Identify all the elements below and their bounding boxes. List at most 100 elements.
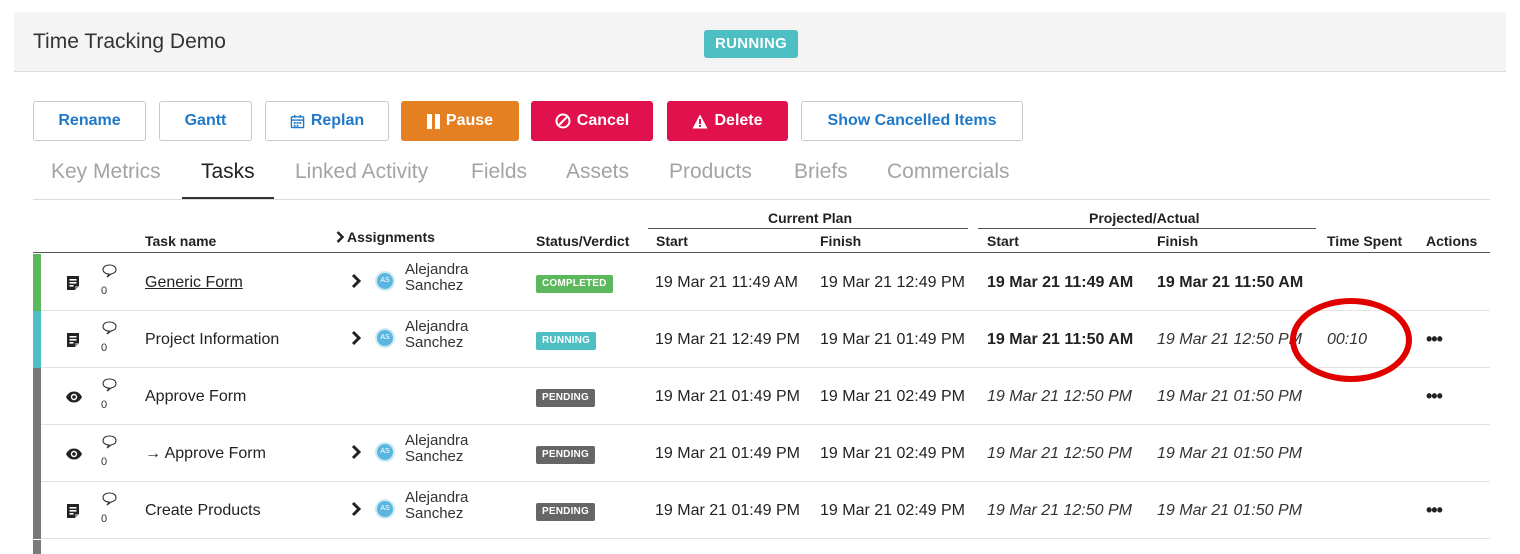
tab-bar: Key Metrics Tasks Linked Activity Fields… <box>33 155 1490 200</box>
projected-finish-cell: 19 Mar 21 01:50 PM <box>1157 445 1302 462</box>
rename-button-label: Rename <box>58 112 121 129</box>
chevron-right-icon[interactable] <box>351 330 362 351</box>
actions-header: Actions <box>1426 233 1478 249</box>
pause-icon <box>426 113 440 129</box>
comment-indicator[interactable]: 0 <box>101 378 119 411</box>
chevron-right-icon[interactable] <box>351 444 362 465</box>
avatar: AS <box>375 442 395 462</box>
time-spent-header[interactable]: Time Spent <box>1327 233 1402 249</box>
comment-indicator[interactable]: 0 <box>101 264 119 297</box>
eye-icon <box>65 389 82 405</box>
form-icon <box>65 503 81 519</box>
task-name[interactable]: Project Information <box>145 331 279 349</box>
tab-tasks[interactable]: Tasks <box>182 160 274 199</box>
replan-button[interactable]: Replan <box>265 101 389 141</box>
row-status-bar <box>33 425 41 482</box>
show-cancelled-items-button[interactable]: Show Cancelled Items <box>801 101 1023 141</box>
status-badge: PENDING <box>536 446 595 464</box>
replan-button-label: Replan <box>310 112 365 129</box>
comment-icon <box>102 435 117 449</box>
plan-finish-cell: 19 Mar 21 02:49 PM <box>820 502 965 519</box>
rename-button[interactable]: Rename <box>33 101 146 141</box>
tab-fields[interactable]: Fields <box>471 160 527 199</box>
task-name-header[interactable]: Task name <box>145 233 216 249</box>
plan-start-cell: 19 Mar 21 01:49 PM <box>655 388 800 405</box>
plan-finish-header[interactable]: Finish <box>820 233 861 249</box>
plan-finish-cell: 19 Mar 21 02:49 PM <box>820 445 965 462</box>
row-actions-menu[interactable]: ••• <box>1426 329 1443 350</box>
tab-linked-activity[interactable]: Linked Activity <box>295 160 428 199</box>
plan-finish-cell: 19 Mar 21 01:49 PM <box>820 331 965 348</box>
cancel-button[interactable]: Cancel <box>531 101 653 141</box>
assignee-name: Alejandra Sanchez <box>405 261 469 294</box>
next-row-status-bar <box>33 540 41 554</box>
row-status-bar <box>33 368 41 425</box>
row-actions-menu[interactable]: ••• <box>1426 386 1443 407</box>
annotation-circle <box>1290 298 1412 382</box>
projected-finish-header[interactable]: Finish <box>1157 233 1198 249</box>
plan-finish-cell: 19 Mar 21 02:49 PM <box>820 388 965 405</box>
delete-button[interactable]: Delete <box>667 101 788 141</box>
tab-key-metrics[interactable]: Key Metrics <box>51 160 161 199</box>
cancel-button-label: Cancel <box>576 112 630 129</box>
table-row[interactable]: 0 Approve Form PENDING 19 Mar 21 01:49 P… <box>33 368 1490 425</box>
status-badge: RUNNING <box>536 332 597 350</box>
projected-start-cell: 19 Mar 21 12:50 PM <box>987 445 1132 462</box>
table-row[interactable]: 0 → Approve Form AS Alejandra Sanchez PE… <box>33 425 1490 482</box>
tab-commercials[interactable]: Commercials <box>887 160 1010 199</box>
table-row[interactable]: 0 Project Information AS Alejandra Sanch… <box>33 311 1490 368</box>
plan-start-cell: 19 Mar 21 01:49 PM <box>655 502 800 519</box>
row-actions-menu[interactable]: ••• <box>1426 500 1443 521</box>
comment-indicator[interactable]: 0 <box>101 492 119 525</box>
avatar: AS <box>375 499 395 519</box>
form-icon <box>65 332 81 348</box>
gantt-button[interactable]: Gantt <box>159 101 252 141</box>
chevron-right-icon <box>336 230 345 246</box>
comment-icon <box>102 378 117 392</box>
avatar: AS <box>375 271 395 291</box>
pause-button[interactable]: Pause <box>401 101 519 141</box>
comment-count: 0 <box>101 456 108 468</box>
gantt-button-label: Gantt <box>184 112 227 129</box>
assignee-name: Alejandra Sanchez <box>405 432 469 465</box>
projected-actual-divider <box>978 228 1316 229</box>
projected-finish-cell: 19 Mar 21 12:50 PM <box>1157 331 1302 348</box>
projected-start-header[interactable]: Start <box>987 233 1019 249</box>
comment-indicator[interactable]: 0 <box>101 321 119 354</box>
comment-count: 0 <box>101 399 108 411</box>
plan-start-cell: 19 Mar 21 11:49 AM <box>655 274 798 291</box>
header-divider <box>33 252 1490 253</box>
assignments-header[interactable]: Assignments <box>336 229 435 246</box>
delete-button-label: Delete <box>714 112 763 129</box>
projected-finish-cell: 19 Mar 21 01:50 PM <box>1157 502 1302 519</box>
chevron-right-icon[interactable] <box>351 501 362 522</box>
plan-start-cell: 19 Mar 21 01:49 PM <box>655 445 800 462</box>
task-name[interactable]: Approve Form <box>145 388 246 406</box>
projected-start-cell: 19 Mar 21 12:50 PM <box>987 388 1132 405</box>
tab-products[interactable]: Products <box>669 160 752 199</box>
task-name[interactable]: Create Products <box>145 502 261 520</box>
status-verdict-header[interactable]: Status/Verdict <box>536 233 629 249</box>
tab-assets[interactable]: Assets <box>566 160 629 199</box>
row-status-bar <box>33 482 41 539</box>
current-plan-header: Current Plan <box>768 210 853 226</box>
page-title: Time Tracking Demo <box>33 30 226 53</box>
task-name[interactable]: → Approve Form <box>145 445 266 463</box>
table-row[interactable]: 0 Generic Form AS Alejandra Sanchez COMP… <box>33 254 1490 311</box>
form-icon <box>65 275 81 291</box>
table-row[interactable]: 0 Create Products AS Alejandra Sanchez P… <box>33 482 1490 539</box>
projected-finish-cell: 19 Mar 21 01:50 PM <box>1157 388 1302 405</box>
eye-icon <box>65 446 82 462</box>
current-plan-divider <box>648 228 968 229</box>
tab-briefs[interactable]: Briefs <box>794 160 848 199</box>
status-badge: RUNNING <box>704 30 799 58</box>
assignee-name: Alejandra Sanchez <box>405 489 469 522</box>
task-name[interactable]: Generic Form <box>145 274 243 292</box>
assignee-name: Alejandra Sanchez <box>405 318 469 351</box>
plan-start-cell: 19 Mar 21 12:49 PM <box>655 331 800 348</box>
chevron-right-icon[interactable] <box>351 273 362 294</box>
plan-start-header[interactable]: Start <box>656 233 688 249</box>
comment-indicator[interactable]: 0 <box>101 435 119 468</box>
assignments-header-label: Assignments <box>347 229 435 245</box>
projected-actual-header: Projected/Actual <box>1089 210 1200 226</box>
